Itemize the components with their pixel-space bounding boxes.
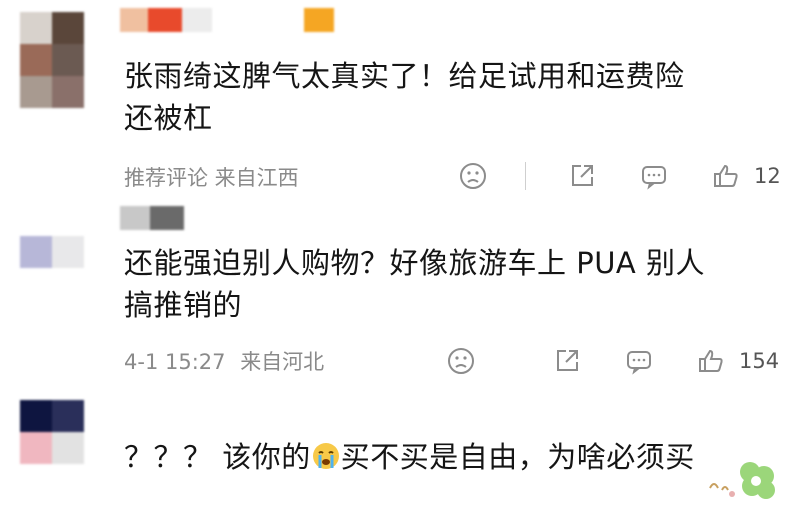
dislike-face-icon[interactable] [447,347,475,375]
crying-face-icon [311,440,341,470]
comment-text-line: 张雨绮这脾气太真实了！给足试用和运费险 [124,59,685,93]
comment-source: 推荐评论 来自江西 [124,166,299,190]
comment-time: 4-1 15:27 [124,350,226,374]
divider [525,162,526,190]
avatar[interactable] [20,12,84,108]
clover-watermark-icon [680,448,780,503]
comment-text-suffix: 买不买是自由，为啥必须买 [340,440,695,474]
comment-text: ？？？ 该你的 买不买是自由，为啥必须买 [124,436,774,478]
comment-meta: 推荐评论 来自江西 [124,162,299,192]
comment-text: 张雨绮这脾气太真实了！给足试用和运费险 还被杠 [124,55,774,139]
avatar[interactable] [20,400,84,464]
avatar[interactable] [20,236,84,268]
comment-icon[interactable] [625,347,653,375]
comment-text: 还能强迫别人购物？好像旅游车上 PUA 别人 搞推销的 [124,242,774,326]
share-icon[interactable] [553,347,581,375]
like-count: 154 [739,349,780,373]
comment-actions: 154 [445,343,779,379]
like-thumb-icon[interactable] [712,162,740,190]
comment-1: 张雨绮这脾气太真实了！给足试用和运费险 还被杠 推荐评论 来自江西 12 [0,0,800,200]
comment-text-prefix: ？？？ 该你的 [124,440,311,474]
comment-icon[interactable] [640,162,668,190]
comment-actions: 12 [455,158,785,194]
like-thumb-icon[interactable] [697,347,725,375]
comment-2-username-redacted [120,206,184,230]
comment-2: 还能强迫别人购物？好像旅游车上 PUA 别人 搞推销的 4-1 15:27 来自… [0,200,800,390]
comment-text-line: 还能强迫别人购物？好像旅游车上 PUA 别人 [124,246,705,280]
like-count: 12 [754,164,781,188]
comment-1-username-redacted [120,8,334,32]
comment-meta: 4-1 15:27 来自河北 [124,346,324,376]
dislike-face-icon[interactable] [459,162,487,190]
comment-source: 来自河北 [240,350,325,374]
share-icon[interactable] [568,162,596,190]
comment-text-line: 还被杠 [124,101,213,135]
comment-text-line: 搞推销的 [124,288,243,322]
